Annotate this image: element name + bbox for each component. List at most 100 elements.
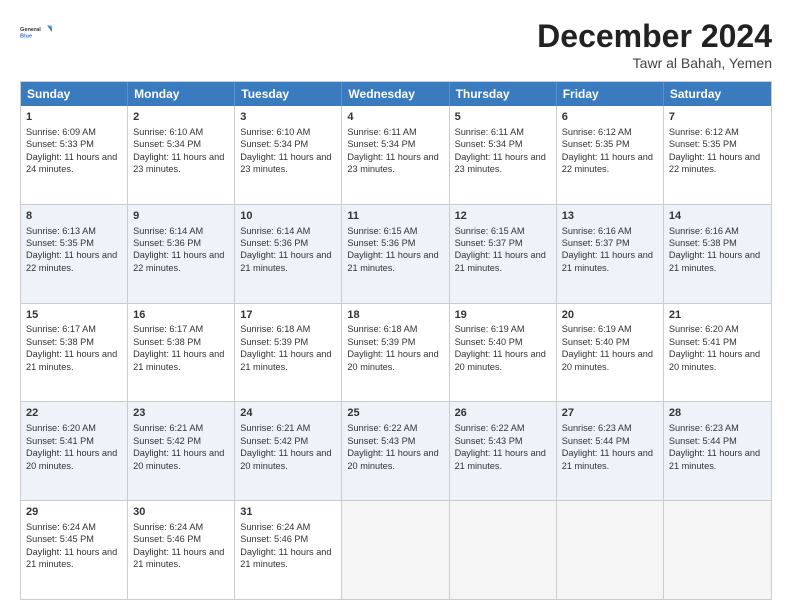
sunset-text: Sunset: 5:41 PM <box>669 337 737 347</box>
day-number: 3 <box>240 110 336 125</box>
day-number: 15 <box>26 308 122 323</box>
cell-dec-28: 28 Sunrise: 6:23 AM Sunset: 5:44 PM Dayl… <box>664 402 771 500</box>
cell-dec-4: 4 Sunrise: 6:11 AM Sunset: 5:34 PM Dayli… <box>342 106 449 204</box>
cell-dec-20: 20 Sunrise: 6:19 AM Sunset: 5:40 PM Dayl… <box>557 304 664 402</box>
cell-dec-2: 2 Sunrise: 6:10 AM Sunset: 5:34 PM Dayli… <box>128 106 235 204</box>
cell-dec-15: 15 Sunrise: 6:17 AM Sunset: 5:38 PM Dayl… <box>21 304 128 402</box>
daylight-text: Daylight: 11 hours and 21 minutes. <box>562 250 653 272</box>
daylight-text: Daylight: 11 hours and 22 minutes. <box>562 152 653 174</box>
sunrise-text: Sunrise: 6:16 AM <box>669 226 739 236</box>
sunset-text: Sunset: 5:36 PM <box>240 238 308 248</box>
cell-dec-18: 18 Sunrise: 6:18 AM Sunset: 5:39 PM Dayl… <box>342 304 449 402</box>
sunrise-text: Sunrise: 6:14 AM <box>133 226 203 236</box>
sunset-text: Sunset: 5:43 PM <box>347 436 415 446</box>
sunrise-text: Sunrise: 6:13 AM <box>26 226 96 236</box>
sunset-text: Sunset: 5:44 PM <box>669 436 737 446</box>
day-number: 20 <box>562 308 658 323</box>
header-monday: Monday <box>128 82 235 106</box>
sunset-text: Sunset: 5:41 PM <box>26 436 94 446</box>
daylight-text: Daylight: 11 hours and 21 minutes. <box>669 250 760 272</box>
sunset-text: Sunset: 5:34 PM <box>133 139 201 149</box>
sunrise-text: Sunrise: 6:10 AM <box>133 127 203 137</box>
daylight-text: Daylight: 11 hours and 23 minutes. <box>455 152 546 174</box>
cell-dec-29: 29 Sunrise: 6:24 AM Sunset: 5:45 PM Dayl… <box>21 501 128 599</box>
daylight-text: Daylight: 11 hours and 21 minutes. <box>240 547 331 569</box>
sunset-text: Sunset: 5:44 PM <box>562 436 630 446</box>
sunrise-text: Sunrise: 6:10 AM <box>240 127 310 137</box>
sunrise-text: Sunrise: 6:19 AM <box>562 324 632 334</box>
daylight-text: Daylight: 11 hours and 23 minutes. <box>133 152 224 174</box>
cell-dec-11: 11 Sunrise: 6:15 AM Sunset: 5:36 PM Dayl… <box>342 205 449 303</box>
sunset-text: Sunset: 5:37 PM <box>455 238 523 248</box>
sunset-text: Sunset: 5:37 PM <box>562 238 630 248</box>
cell-dec-30: 30 Sunrise: 6:24 AM Sunset: 5:46 PM Dayl… <box>128 501 235 599</box>
daylight-text: Daylight: 11 hours and 20 minutes. <box>240 448 331 470</box>
sunset-text: Sunset: 5:38 PM <box>26 337 94 347</box>
daylight-text: Daylight: 11 hours and 20 minutes. <box>133 448 224 470</box>
sunrise-text: Sunrise: 6:24 AM <box>133 522 203 532</box>
day-number: 31 <box>240 505 336 520</box>
sunset-text: Sunset: 5:35 PM <box>562 139 630 149</box>
cell-dec-26: 26 Sunrise: 6:22 AM Sunset: 5:43 PM Dayl… <box>450 402 557 500</box>
day-number: 25 <box>347 406 443 421</box>
daylight-text: Daylight: 11 hours and 21 minutes. <box>26 349 117 371</box>
location-subtitle: Tawr al Bahah, Yemen <box>537 55 772 71</box>
sunset-text: Sunset: 5:36 PM <box>347 238 415 248</box>
sunrise-text: Sunrise: 6:12 AM <box>562 127 632 137</box>
daylight-text: Daylight: 11 hours and 21 minutes. <box>240 250 331 272</box>
cell-dec-5: 5 Sunrise: 6:11 AM Sunset: 5:34 PM Dayli… <box>450 106 557 204</box>
sunset-text: Sunset: 5:34 PM <box>347 139 415 149</box>
week-row-3: 15 Sunrise: 6:17 AM Sunset: 5:38 PM Dayl… <box>21 304 771 403</box>
daylight-text: Daylight: 11 hours and 20 minutes. <box>669 349 760 371</box>
cell-dec-21: 21 Sunrise: 6:20 AM Sunset: 5:41 PM Dayl… <box>664 304 771 402</box>
sunrise-text: Sunrise: 6:22 AM <box>347 423 417 433</box>
calendar-header: Sunday Monday Tuesday Wednesday Thursday… <box>21 82 771 106</box>
cell-dec-9: 9 Sunrise: 6:14 AM Sunset: 5:36 PM Dayli… <box>128 205 235 303</box>
sunrise-text: Sunrise: 6:23 AM <box>562 423 632 433</box>
week-row-1: 1 Sunrise: 6:09 AM Sunset: 5:33 PM Dayli… <box>21 106 771 205</box>
sunset-text: Sunset: 5:36 PM <box>133 238 201 248</box>
daylight-text: Daylight: 11 hours and 22 minutes. <box>26 250 117 272</box>
daylight-text: Daylight: 11 hours and 21 minutes. <box>133 547 224 569</box>
daylight-text: Daylight: 11 hours and 21 minutes. <box>669 448 760 470</box>
calendar-page: GeneralBlue December 2024 Tawr al Bahah,… <box>0 0 792 612</box>
day-number: 22 <box>26 406 122 421</box>
sunrise-text: Sunrise: 6:15 AM <box>347 226 417 236</box>
day-number: 30 <box>133 505 229 520</box>
calendar-body: 1 Sunrise: 6:09 AM Sunset: 5:33 PM Dayli… <box>21 106 771 599</box>
sunset-text: Sunset: 5:34 PM <box>240 139 308 149</box>
cell-dec-1: 1 Sunrise: 6:09 AM Sunset: 5:33 PM Dayli… <box>21 106 128 204</box>
daylight-text: Daylight: 11 hours and 21 minutes. <box>347 250 438 272</box>
daylight-text: Daylight: 11 hours and 22 minutes. <box>669 152 760 174</box>
cell-dec-12: 12 Sunrise: 6:15 AM Sunset: 5:37 PM Dayl… <box>450 205 557 303</box>
sunrise-text: Sunrise: 6:12 AM <box>669 127 739 137</box>
daylight-text: Daylight: 11 hours and 21 minutes. <box>562 448 653 470</box>
day-number: 13 <box>562 209 658 224</box>
sunrise-text: Sunrise: 6:17 AM <box>26 324 96 334</box>
header-friday: Friday <box>557 82 664 106</box>
day-number: 12 <box>455 209 551 224</box>
cell-dec-7: 7 Sunrise: 6:12 AM Sunset: 5:35 PM Dayli… <box>664 106 771 204</box>
sunrise-text: Sunrise: 6:24 AM <box>240 522 310 532</box>
svg-text:Blue: Blue <box>20 34 32 40</box>
daylight-text: Daylight: 11 hours and 24 minutes. <box>26 152 117 174</box>
daylight-text: Daylight: 11 hours and 23 minutes. <box>347 152 438 174</box>
sunrise-text: Sunrise: 6:15 AM <box>455 226 525 236</box>
day-number: 29 <box>26 505 122 520</box>
day-number: 4 <box>347 110 443 125</box>
cell-dec-16: 16 Sunrise: 6:17 AM Sunset: 5:38 PM Dayl… <box>128 304 235 402</box>
cell-dec-13: 13 Sunrise: 6:16 AM Sunset: 5:37 PM Dayl… <box>557 205 664 303</box>
sunset-text: Sunset: 5:40 PM <box>562 337 630 347</box>
cell-dec-25: 25 Sunrise: 6:22 AM Sunset: 5:43 PM Dayl… <box>342 402 449 500</box>
sunset-text: Sunset: 5:40 PM <box>455 337 523 347</box>
sunrise-text: Sunrise: 6:16 AM <box>562 226 632 236</box>
cell-dec-31: 31 Sunrise: 6:24 AM Sunset: 5:46 PM Dayl… <box>235 501 342 599</box>
daylight-text: Daylight: 11 hours and 20 minutes. <box>562 349 653 371</box>
sunset-text: Sunset: 5:43 PM <box>455 436 523 446</box>
cell-dec-19: 19 Sunrise: 6:19 AM Sunset: 5:40 PM Dayl… <box>450 304 557 402</box>
day-number: 18 <box>347 308 443 323</box>
day-number: 14 <box>669 209 766 224</box>
cell-empty-2 <box>450 501 557 599</box>
day-number: 10 <box>240 209 336 224</box>
daylight-text: Daylight: 11 hours and 21 minutes. <box>240 349 331 371</box>
